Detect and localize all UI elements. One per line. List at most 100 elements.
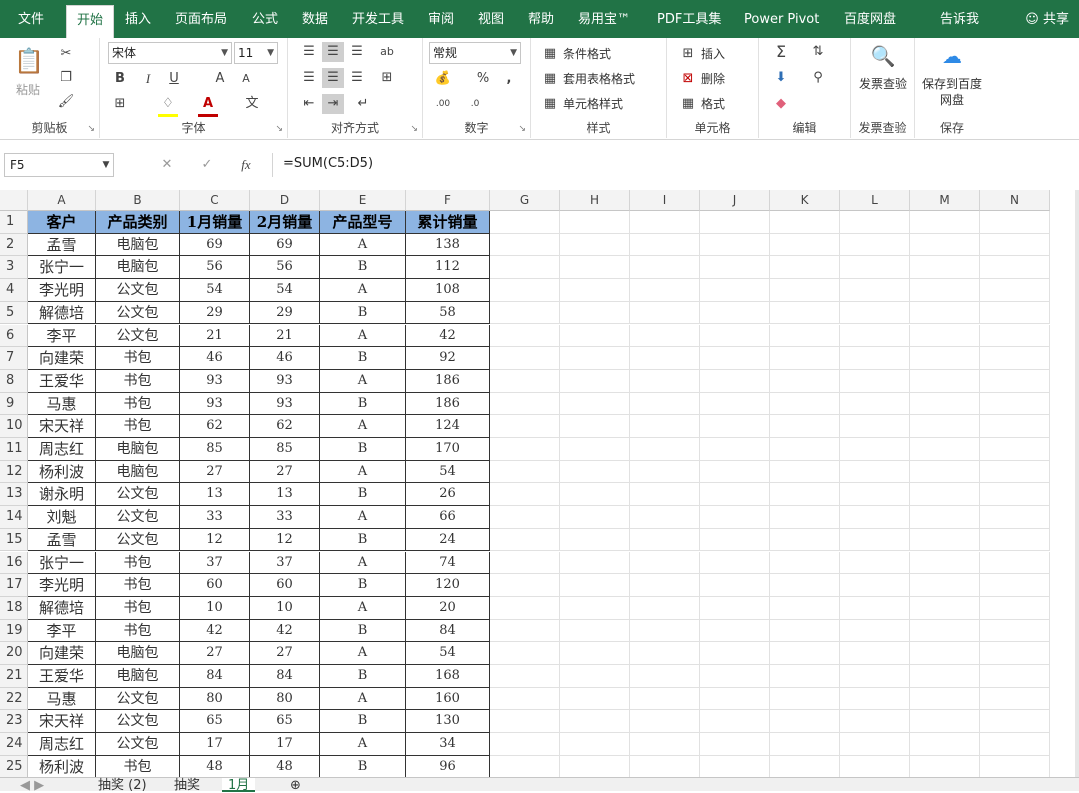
table-cell[interactable]: 10 xyxy=(180,596,250,620)
table-cell[interactable] xyxy=(910,301,980,325)
table-cell[interactable] xyxy=(560,733,630,756)
table-cell[interactable]: 65 xyxy=(180,710,250,734)
table-cell[interactable]: 48 xyxy=(250,755,320,777)
table-cell[interactable]: 张宁一 xyxy=(28,256,96,280)
cut-icon[interactable]: ✂ xyxy=(56,44,76,64)
table-cell[interactable] xyxy=(490,324,560,348)
table-cell[interactable]: 13 xyxy=(250,483,320,507)
row-header-1[interactable]: 1 xyxy=(0,211,28,234)
insert-function-icon[interactable]: fx xyxy=(236,155,256,175)
table-cell[interactable] xyxy=(770,551,840,575)
table-cell[interactable] xyxy=(910,528,980,552)
table-cell[interactable]: B xyxy=(320,574,406,597)
table-cell[interactable] xyxy=(490,506,560,529)
table-cell[interactable]: 186 xyxy=(406,392,490,416)
row-header-3[interactable]: 3 xyxy=(0,256,28,280)
table-cell[interactable]: 108 xyxy=(406,279,490,302)
table-cell[interactable] xyxy=(490,551,560,575)
autosum-icon[interactable]: Σ xyxy=(771,42,791,62)
sheet-tab-2[interactable]: 1月 xyxy=(222,778,256,793)
table-cell[interactable]: 24 xyxy=(406,528,490,552)
row-header-16[interactable]: 16 xyxy=(0,551,28,575)
table-cell[interactable] xyxy=(490,733,560,756)
table-cell[interactable] xyxy=(770,347,840,370)
table-cell[interactable] xyxy=(910,460,980,484)
column-header-B[interactable]: B xyxy=(96,190,180,211)
table-cell[interactable] xyxy=(770,528,840,552)
font-color-button[interactable]: A xyxy=(198,94,218,117)
table-cell[interactable]: 42 xyxy=(180,619,250,643)
table-cell[interactable] xyxy=(560,301,630,325)
table-cell[interactable] xyxy=(770,324,840,348)
table-cell[interactable] xyxy=(700,755,770,777)
table-cell[interactable] xyxy=(630,574,700,597)
add-sheet-icon[interactable]: ⊕ xyxy=(290,778,301,793)
table-cell[interactable]: 13 xyxy=(180,483,250,507)
table-cell[interactable] xyxy=(980,279,1050,302)
table-cell[interactable] xyxy=(700,392,770,416)
orientation-icon[interactable]: ab xyxy=(376,42,398,62)
table-cell[interactable] xyxy=(980,233,1050,257)
table-cell[interactable] xyxy=(490,710,560,734)
table-cell[interactable] xyxy=(560,528,630,552)
table-cell[interactable] xyxy=(490,574,560,597)
table-cell[interactable] xyxy=(910,211,980,234)
table-cell[interactable]: 周志红 xyxy=(28,438,96,461)
table-cell[interactable] xyxy=(560,438,630,461)
table-cell[interactable]: 李平 xyxy=(28,324,96,348)
table-cell[interactable] xyxy=(770,710,840,734)
table-cell[interactable]: B xyxy=(320,301,406,325)
table-cell[interactable]: 21 xyxy=(180,324,250,348)
table-cell[interactable]: 84 xyxy=(250,665,320,688)
table-cell[interactable] xyxy=(630,551,700,575)
table-cell[interactable] xyxy=(630,324,700,348)
table-cell[interactable]: 17 xyxy=(250,733,320,756)
column-header-F[interactable]: F xyxy=(406,190,490,211)
table-cell[interactable]: 42 xyxy=(250,619,320,643)
table-cell[interactable]: 公文包 xyxy=(96,710,180,734)
table-cell[interactable]: 向建荣 xyxy=(28,642,96,665)
table-cell[interactable] xyxy=(630,211,700,234)
table-cell[interactable] xyxy=(700,551,770,575)
table-cell[interactable]: 56 xyxy=(250,256,320,280)
menu-tab-12[interactable]: Power Pivot xyxy=(744,0,819,38)
table-cell[interactable] xyxy=(560,460,630,484)
save-to-baidu-button[interactable]: 保存到百度网盘 xyxy=(921,76,983,108)
copy-icon[interactable]: ❐ xyxy=(56,68,76,88)
table-cell[interactable] xyxy=(840,574,910,597)
column-header-K[interactable]: K xyxy=(770,190,840,211)
table-cell[interactable] xyxy=(700,483,770,507)
table-cell[interactable] xyxy=(840,460,910,484)
table-cell[interactable]: B xyxy=(320,528,406,552)
table-cell[interactable]: 69 xyxy=(250,233,320,257)
table-cell[interactable] xyxy=(840,301,910,325)
table-cell[interactable] xyxy=(770,460,840,484)
row-header-2[interactable]: 2 xyxy=(0,233,28,257)
row-header-25[interactable]: 25 xyxy=(0,755,28,777)
table-cell[interactable]: 96 xyxy=(406,755,490,777)
table-cell[interactable] xyxy=(630,755,700,777)
table-cell[interactable] xyxy=(560,551,630,575)
column-header-J[interactable]: J xyxy=(700,190,770,211)
table-cell[interactable]: 电脑包 xyxy=(96,233,180,257)
table-cell[interactable]: A xyxy=(320,460,406,484)
table-cell[interactable] xyxy=(840,551,910,575)
table-header-cell[interactable]: 累计销量 xyxy=(406,211,490,234)
table-cell[interactable] xyxy=(700,596,770,620)
table-cell[interactable]: 62 xyxy=(180,415,250,438)
table-cell[interactable] xyxy=(630,233,700,257)
share-button[interactable]: ☺ 共享 xyxy=(1025,0,1069,40)
table-cell[interactable] xyxy=(980,483,1050,507)
table-cell[interactable] xyxy=(490,279,560,302)
table-cell[interactable] xyxy=(840,665,910,688)
table-cell[interactable]: 60 xyxy=(180,574,250,597)
menu-tab-11[interactable]: PDF工具集 xyxy=(657,0,721,38)
table-cell[interactable] xyxy=(560,233,630,257)
table-cell[interactable] xyxy=(630,483,700,507)
row-header-9[interactable]: 9 xyxy=(0,392,28,416)
table-cell[interactable]: 公文包 xyxy=(96,324,180,348)
borders-icon[interactable]: ⊞ xyxy=(110,94,130,114)
table-cell[interactable]: 宋天祥 xyxy=(28,415,96,438)
invoice-check-icon[interactable]: 🔍 xyxy=(869,46,897,66)
table-cell[interactable] xyxy=(560,211,630,234)
